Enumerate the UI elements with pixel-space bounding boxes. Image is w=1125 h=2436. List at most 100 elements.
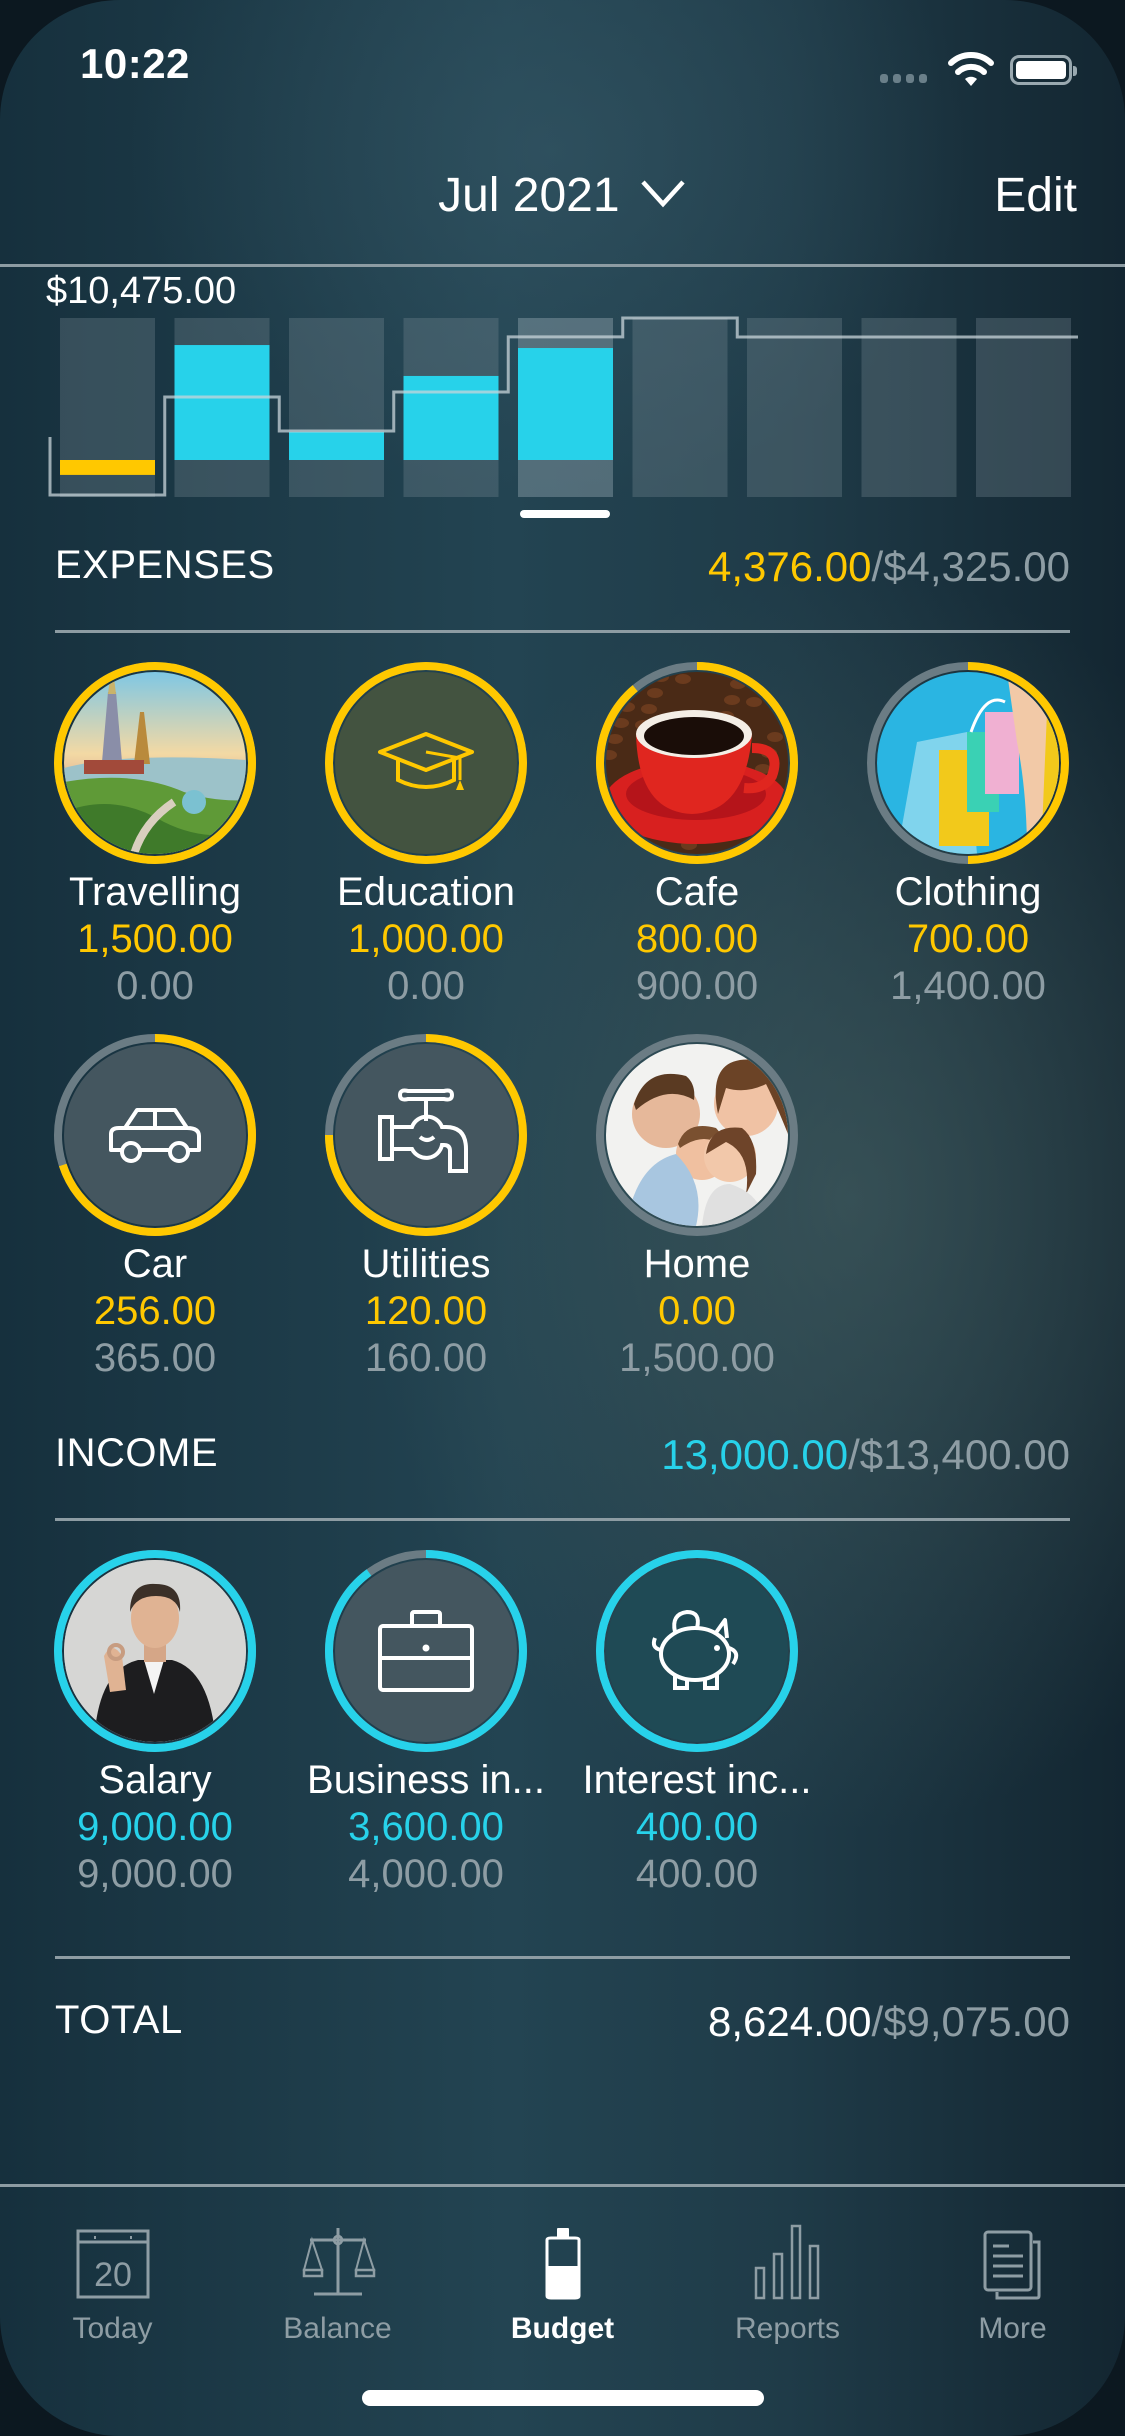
total-amount: 8,624.00/$9,075.00 (708, 1998, 1070, 2046)
category-ring (52, 1548, 258, 1754)
category-budget: 4,000.00 (348, 1852, 504, 1896)
category-actual: 1,000.00 (348, 917, 504, 961)
month-picker[interactable]: Jul 2021 (0, 168, 1125, 223)
category-budget: 1,400.00 (890, 964, 1046, 1008)
category-name: Travelling (69, 870, 241, 914)
expenses-divider (55, 630, 1070, 633)
category-budget: 900.00 (635, 964, 759, 1008)
expenses-amount: 4,376.00/$4,325.00 (708, 543, 1070, 591)
tab-more-label: More (978, 2312, 1047, 2345)
home-indicator[interactable] (362, 2390, 764, 2406)
tab-bar: 20 Today Balance Budget Reports More (0, 2190, 1125, 2350)
budget-bottle-icon (545, 2228, 580, 2300)
category-actual: 120.00 (364, 1289, 488, 1333)
tab-more[interactable]: More (900, 2190, 1125, 2350)
category-ring (52, 1032, 258, 1238)
total-budget: /$9,075.00 (871, 1998, 1070, 2045)
expenses-category-utilities[interactable]: Utilities 120.00 160.00 (291, 1032, 561, 1381)
month-label: Jul 2021 (438, 169, 620, 222)
category-actual: 700.00 (906, 917, 1030, 961)
category-name: Utilities (361, 1242, 491, 1286)
edit-button[interactable]: Edit (994, 168, 1077, 223)
category-budget: 0.00 (387, 964, 465, 1008)
category-actual: 400.00 (635, 1805, 759, 1849)
category-budget: 365.00 (93, 1336, 217, 1380)
coffee-image (606, 672, 788, 854)
income-budget-total: /$13,400.00 (848, 1431, 1070, 1478)
briefcase-icon (335, 1560, 517, 1742)
income-header: INCOME 13,000.00/$13,400.00 (55, 1431, 1070, 1491)
category-actual: 256.00 (93, 1289, 217, 1333)
category-budget: 1,500.00 (619, 1336, 775, 1380)
category-ring (594, 1548, 800, 1754)
category-actual: 1,500.00 (77, 917, 233, 961)
tab-reports[interactable]: Reports (675, 2190, 900, 2350)
category-name: Education (337, 870, 515, 914)
category-name: Car (122, 1242, 188, 1286)
income-category-business-in[interactable]: Business in... 3,600.00 4,000.00 (291, 1548, 561, 1897)
monthly-balance-chart[interactable] (0, 300, 1125, 530)
expenses-category-travelling[interactable]: Travelling 1,500.00 0.00 (20, 660, 290, 1009)
family-image (606, 1044, 788, 1226)
total-actual: 8,624.00 (707, 1998, 872, 2045)
scales-icon (302, 2228, 375, 2296)
chart-bar-background[interactable] (861, 318, 957, 497)
income-amount: 13,000.00/$13,400.00 (661, 1431, 1070, 1479)
expenses-category-clothing[interactable]: Clothing 700.00 1,400.00 (833, 660, 1103, 1009)
category-budget: 9,000.00 (77, 1852, 233, 1896)
category-name: Business in... (307, 1758, 545, 1802)
bar-chart-icon (754, 2224, 819, 2300)
income-category-salary[interactable]: Salary 9,000.00 9,000.00 (20, 1548, 290, 1897)
tab-reports-label: Reports (734, 2312, 841, 2345)
chevron-down-icon (641, 180, 685, 208)
tab-today[interactable]: 20 Today (0, 2190, 225, 2350)
category-budget: 0.00 (116, 964, 194, 1008)
chart-bar-background[interactable] (632, 318, 728, 497)
category-actual: 800.00 (635, 917, 759, 961)
tab-today-label: Today (72, 2312, 153, 2345)
category-ring (52, 660, 258, 866)
tab-balance[interactable]: Balance (225, 2190, 450, 2350)
income-actual-total: 13,000.00 (661, 1431, 849, 1478)
selected-month-indicator (520, 510, 610, 518)
income-category-interest-inc[interactable]: Interest inc... 400.00 400.00 (562, 1548, 832, 1897)
expenses-title: EXPENSES (55, 543, 275, 587)
expenses-header: EXPENSES 4,376.00/$4,325.00 (55, 543, 1070, 603)
chart-bar (174, 345, 270, 460)
tab-budget[interactable]: Budget (450, 2190, 675, 2350)
category-actual: 3,600.00 (348, 1805, 504, 1849)
category-ring (594, 660, 800, 866)
category-ring (323, 1032, 529, 1238)
category-name: Salary (98, 1758, 212, 1802)
expenses-category-car[interactable]: Car 256.00 365.00 (20, 1032, 290, 1381)
tab-bar-divider (0, 2184, 1125, 2187)
category-ring (594, 1032, 800, 1238)
phone-screen: 10:22 Jul 2021 Edit $10,475.00 EXPENSES … (0, 0, 1125, 2436)
graduation-cap-icon (335, 672, 517, 854)
chart-bar-background[interactable] (976, 318, 1071, 497)
chart-bar-background[interactable] (747, 318, 842, 497)
category-ring (323, 660, 529, 866)
chart-bar (289, 431, 384, 460)
faucet-icon (335, 1044, 517, 1226)
person-image (64, 1560, 246, 1742)
category-name: Home (643, 1242, 751, 1286)
category-name: Clothing (894, 870, 1042, 914)
calendar-day: 20 (94, 2256, 132, 2294)
expenses-category-education[interactable]: Education 1,000.00 0.00 (291, 660, 561, 1009)
wifi-icon (948, 52, 994, 86)
income-title: INCOME (55, 1431, 218, 1475)
category-name: Interest inc... (582, 1758, 812, 1802)
expenses-category-cafe[interactable]: Cafe 800.00 900.00 (562, 660, 832, 1009)
travel-image (64, 672, 246, 854)
total-divider (55, 1956, 1070, 1959)
total-row: TOTAL 8,624.00/$9,075.00 (55, 1998, 1070, 2058)
total-title: TOTAL (55, 1998, 183, 2042)
chart-bar (403, 375, 499, 460)
category-ring (865, 660, 1071, 866)
chart-bar-background[interactable] (289, 318, 384, 497)
category-budget: 400.00 (635, 1852, 759, 1896)
expenses-actual-total: 4,376.00 (707, 543, 872, 590)
chart-bar (60, 460, 155, 475)
expenses-category-home[interactable]: Home 0.00 1,500.00 (562, 1032, 832, 1381)
